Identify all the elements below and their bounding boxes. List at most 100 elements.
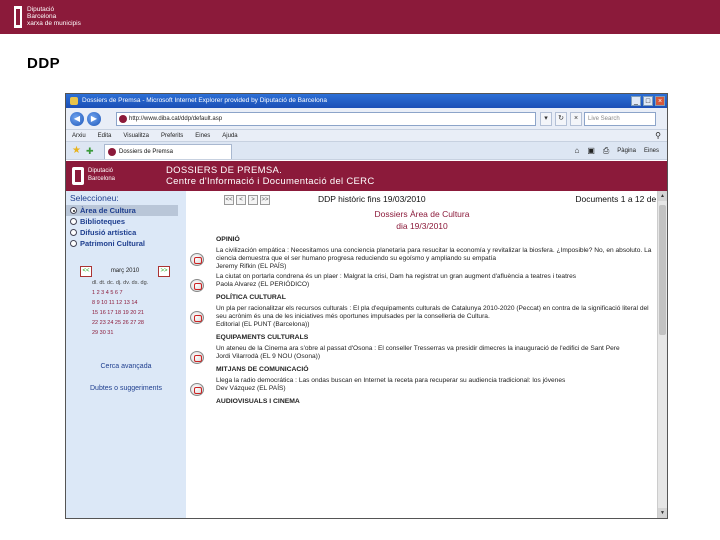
option-label: Biblioteques xyxy=(80,217,126,226)
tab-dossiers[interactable]: Dossiers de Premsa xyxy=(104,144,232,159)
item-headline[interactable]: Un ateneu de la Cinema ara s'obre al pas… xyxy=(216,345,656,353)
item-headline[interactable]: La civilización empática : Necesitamos u… xyxy=(216,247,656,263)
help-link[interactable]: Dubtes o suggeriments xyxy=(66,385,186,392)
close-button[interactable]: × xyxy=(655,96,665,106)
ie-icon xyxy=(70,97,78,105)
calendar-week-row[interactable]: 15 16 17 18 19 20 21 xyxy=(80,308,170,318)
add-favorites-icon[interactable]: ✚ xyxy=(86,145,94,157)
menu-bar: Arxiu Edita Visualitza Preferits Eines A… xyxy=(66,130,667,142)
diputacio-logo-icon xyxy=(72,167,84,185)
menu-item-edita[interactable]: Edita xyxy=(98,130,112,141)
pager-last-button[interactable]: >> xyxy=(260,195,270,205)
option-patrimoni-cultural[interactable]: Patrimoni Cultural xyxy=(66,238,186,249)
list-item[interactable]: Llega la radio democrática : Las ondas b… xyxy=(188,377,656,396)
pdf-icon[interactable] xyxy=(190,351,204,364)
diputacio-logo: Diputació Barcelona xarxa de municipis xyxy=(14,6,81,28)
page-menu[interactable]: Pàgina xyxy=(617,145,636,157)
search-input[interactable]: Live Search xyxy=(584,112,656,126)
diputacio-logo-icon xyxy=(14,6,22,28)
radio-icon[interactable] xyxy=(70,240,77,247)
pdf-icon[interactable] xyxy=(190,279,204,292)
site-name-line: Diputació xyxy=(88,168,114,174)
calendar-next-button[interactable]: >> xyxy=(157,265,170,277)
feeds-icon[interactable]: ▣ xyxy=(587,145,595,157)
home-icon[interactable]: ⌂ xyxy=(574,145,579,157)
option-difusio-artistica[interactable]: Difusió artística xyxy=(66,227,186,238)
pager: << < > >> xyxy=(224,195,270,205)
calendar-week-row[interactable]: 8 9 10 11 12 13 14 xyxy=(80,298,170,308)
site-logo[interactable]: Diputació Barcelona xyxy=(72,167,115,185)
pager-prev-button[interactable]: < xyxy=(236,195,246,205)
calendar-weekday-row: dl. dt. dc. dj. dv. ds. dg. xyxy=(92,280,149,286)
item-headline[interactable]: La ciutat on portarla condrena és un pla… xyxy=(216,273,656,281)
menu-item-visualitza[interactable]: Visualitza xyxy=(123,130,149,141)
logo-line: Diputació xyxy=(27,6,55,13)
radio-icon[interactable] xyxy=(70,229,77,236)
browser-window: Dossiers de Premsa - Microsoft Internet … xyxy=(65,93,668,519)
scroll-down-arrow-icon[interactable]: ▼ xyxy=(658,508,667,518)
pdf-icon[interactable] xyxy=(190,383,204,396)
menu-item-eines[interactable]: Eines xyxy=(195,130,210,141)
item-source: Jeremy Rifkin (EL PAÍS) xyxy=(216,263,287,270)
section-heading: AUDIOVISUALS I CINEMA xyxy=(216,398,300,405)
refresh-icon[interactable]: ↻ xyxy=(555,112,567,126)
menu-item-preferits[interactable]: Preferits xyxy=(161,130,183,141)
scroll-up-arrow-icon[interactable]: ▲ xyxy=(658,191,667,201)
list-item[interactable]: Un pla per racionalitzar els recursos cu… xyxy=(188,305,656,329)
option-label: Difusió artística xyxy=(80,228,137,237)
site-favicon-icon xyxy=(119,115,127,123)
favorites-star-icon[interactable]: ★ xyxy=(72,145,81,157)
site-title-line: DOSSIERS DE PREMSA. xyxy=(166,165,283,176)
forward-arrow-icon[interactable]: ▶ xyxy=(87,112,101,126)
main-panel: << < > >> DDP històric fins 19/03/2010 D… xyxy=(188,191,667,518)
back-arrow-icon[interactable]: ◀ xyxy=(70,112,84,126)
print-icon[interactable]: ⎙ xyxy=(603,145,609,157)
calendar-week-row[interactable]: 29 30 31 xyxy=(80,328,170,338)
radio-icon[interactable] xyxy=(70,218,77,225)
advanced-search-link[interactable]: Cerca avançada xyxy=(66,363,186,370)
menu-item-ajuda[interactable]: Ajuda xyxy=(222,130,237,141)
list-item[interactable]: Un ateneu de la Cinema ara s'obre al pas… xyxy=(188,345,656,364)
option-area-cultura[interactable]: Àrea de Cultura xyxy=(66,205,178,216)
section-heading: OPINIÓ xyxy=(216,236,240,243)
item-source: Editorial (EL PUNT (Barcelona)) xyxy=(216,321,310,328)
calendar-prev-button[interactable]: << xyxy=(80,265,92,277)
list-item[interactable]: La civilización empática : Necesitamos u… xyxy=(188,247,656,271)
section-heading: MITJANS DE COMUNICACIÓ xyxy=(216,366,309,373)
search-icon[interactable]: ⚲ xyxy=(655,131,661,141)
site-subtitle-line: Centre d'Informació i Documentació del C… xyxy=(166,176,375,187)
maximize-button[interactable]: □ xyxy=(643,96,653,106)
window-titlebar: Dossiers de Premsa - Microsoft Internet … xyxy=(66,94,667,108)
pager-first-button[interactable]: << xyxy=(224,195,234,205)
tab-bar: ★ ✚ Dossiers de Premsa ⌂ ▣ ⎙ Pàgina Eine… xyxy=(66,142,667,160)
option-label: Àrea de Cultura xyxy=(80,206,136,215)
sidebar: Seleccioneu: Àrea de Cultura Biblioteque… xyxy=(66,191,186,518)
option-biblioteques[interactable]: Biblioteques xyxy=(66,216,186,227)
vertical-scrollbar[interactable]: ▲ ▼ xyxy=(657,191,667,518)
tab-favicon-icon xyxy=(108,148,116,156)
calendar-week-row[interactable]: 1 2 3 4 5 6 7 xyxy=(80,288,170,298)
pager-next-button[interactable]: > xyxy=(248,195,258,205)
site-title: DOSSIERS DE PREMSA. Centre d'Informació … xyxy=(166,165,375,187)
logo-line: Barcelona xyxy=(27,13,57,20)
list-item[interactable]: La ciutat on portarla condrena és un pla… xyxy=(188,273,656,292)
item-source: Paola Alvarez (EL PERIÓDICO) xyxy=(216,281,310,288)
url-text: http://www.diba.cat/ddp/default.asp xyxy=(129,116,223,122)
stop-icon[interactable]: × xyxy=(570,112,582,126)
pdf-icon[interactable] xyxy=(190,311,204,324)
slide-title: DDP xyxy=(27,55,61,72)
menu-item-arxiu[interactable]: Arxiu xyxy=(72,130,86,141)
dropdown-arrow-icon[interactable]: ▾ xyxy=(540,112,552,126)
minimize-button[interactable]: _ xyxy=(631,96,641,106)
url-field[interactable]: http://www.diba.cat/ddp/default.asp xyxy=(116,112,536,126)
radio-selected-icon[interactable] xyxy=(70,207,77,214)
calendar-week-row[interactable]: 22 23 24 25 26 27 28 xyxy=(80,318,170,328)
scrollbar-thumb[interactable] xyxy=(659,205,666,335)
item-headline[interactable]: Llega la radio democrática : Las ondas b… xyxy=(216,377,656,385)
documents-count: Documents 1 a 12 de 12 xyxy=(575,194,668,204)
logo-line: xarxa de municipis xyxy=(27,20,81,27)
item-headline[interactable]: Un pla per racionalitzar els recursos cu… xyxy=(216,305,656,321)
tools-menu[interactable]: Eines xyxy=(644,145,659,157)
item-source: Dev Vázquez (EL PAÍS) xyxy=(216,385,286,392)
pdf-icon[interactable] xyxy=(190,253,204,266)
